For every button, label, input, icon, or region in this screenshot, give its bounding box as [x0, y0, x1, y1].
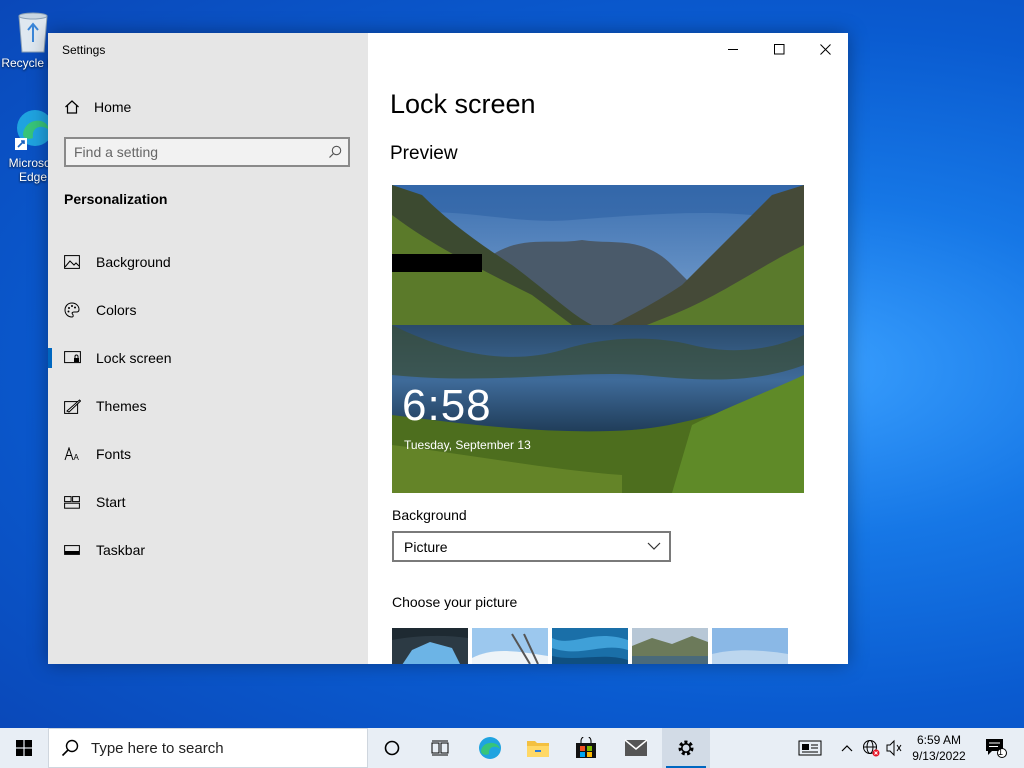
nav-item-themes[interactable]: Themes	[48, 382, 368, 430]
nav-item-taskbar[interactable]: Taskbar	[48, 526, 368, 574]
picture-thumbnails	[392, 628, 792, 664]
picture-icon	[64, 255, 80, 269]
themes-icon	[63, 398, 81, 414]
notification-count: 1	[998, 747, 1004, 757]
choose-picture-label: Choose your picture	[392, 594, 518, 610]
windows-logo-icon	[16, 740, 32, 756]
task-view-icon	[431, 740, 449, 756]
taskbar-settings[interactable]	[662, 728, 710, 768]
cortana-button[interactable]	[368, 728, 416, 768]
redacted-area	[392, 254, 482, 272]
show-hidden-icons-button[interactable]	[836, 728, 858, 768]
nav-home[interactable]: Home	[64, 95, 131, 119]
minimize-icon	[727, 48, 738, 50]
find-setting-input[interactable]	[66, 139, 332, 165]
preview-time: 6:58	[402, 381, 492, 430]
background-dropdown[interactable]: Picture	[392, 531, 671, 562]
preview-heading: Preview	[390, 143, 458, 164]
search-icon[interactable]	[328, 145, 342, 159]
taskbar-mail[interactable]	[612, 728, 660, 768]
close-icon	[819, 43, 831, 55]
folder-icon	[527, 741, 549, 757]
task-view-button[interactable]	[416, 728, 464, 768]
chevron-down-icon	[647, 542, 661, 550]
taskbar-search-box[interactable]	[48, 728, 368, 768]
nav-home-label: Home	[94, 99, 132, 115]
start-icon	[64, 495, 80, 509]
home-icon	[65, 100, 79, 114]
nav-item-label: Lock screen	[96, 350, 172, 366]
page-title: Lock screen	[390, 89, 536, 119]
fonts-icon: A	[64, 447, 80, 461]
network-button[interactable]	[860, 728, 882, 768]
nav-item-start[interactable]: Start	[48, 478, 368, 526]
start-button[interactable]	[0, 728, 48, 768]
notification-icon	[986, 739, 1007, 758]
news-and-interests-button[interactable]	[790, 728, 830, 768]
lock-screen-icon	[63, 351, 81, 364]
background-dropdown-value: Picture	[404, 538, 448, 555]
nav-item-label: Themes	[96, 398, 147, 414]
background-label: Background	[392, 507, 467, 523]
news-icon	[798, 740, 822, 756]
taskbar-store[interactable]	[562, 728, 610, 768]
clock-time: 6:59 AM	[916, 733, 961, 747]
taskbar-file-explorer[interactable]	[514, 728, 562, 768]
search-icon	[61, 739, 79, 757]
picture-thumbnail[interactable]	[392, 628, 468, 664]
taskbar-edge[interactable]	[466, 728, 514, 768]
find-setting-search	[64, 137, 350, 167]
clock[interactable]: 6:59 AM 9/13/2022	[906, 728, 972, 768]
clock-date: 9/13/2022	[912, 749, 966, 763]
picture-thumbnail[interactable]	[632, 628, 708, 664]
close-button[interactable]	[802, 33, 848, 65]
edge-icon	[479, 737, 501, 759]
taskbar-search-input[interactable]	[89, 738, 353, 758]
picture-thumbnail[interactable]	[712, 628, 788, 664]
sidebar: Settings Home Personalization Background…	[48, 33, 368, 664]
store-icon	[576, 737, 596, 758]
section-heading: Personalization	[64, 191, 168, 207]
maximize-button[interactable]	[756, 33, 802, 65]
svg-text:A: A	[74, 453, 80, 461]
nav-item-label: Background	[96, 254, 171, 270]
nav-item-label: Colors	[96, 302, 137, 318]
gear-icon	[678, 740, 694, 756]
action-center-button[interactable]: 1	[976, 728, 1016, 768]
volume-button[interactable]	[884, 728, 906, 768]
nav-list: Background Colors Lock screen Themes A F…	[48, 238, 368, 574]
mail-icon	[624, 739, 648, 756]
picture-thumbnail[interactable]	[472, 628, 548, 664]
volume-muted-icon	[886, 739, 902, 757]
recycle-bin-icon	[18, 12, 48, 53]
nav-item-lock-screen[interactable]: Lock screen	[48, 334, 368, 382]
maximize-icon	[773, 43, 784, 54]
nav-item-background[interactable]: Background	[48, 238, 368, 286]
preview-date: Tuesday, September 13	[404, 438, 531, 452]
cortana-icon	[384, 740, 400, 756]
nav-item-colors[interactable]: Colors	[48, 286, 368, 334]
lock-screen-preview: 6:58 Tuesday, September 13	[392, 185, 804, 493]
nav-item-fonts[interactable]: A Fonts	[48, 430, 368, 478]
nav-item-label: Fonts	[96, 446, 132, 462]
nav-item-label: Taskbar	[96, 542, 146, 558]
nav-item-label: Start	[96, 494, 126, 510]
picture-thumbnail[interactable]	[552, 628, 628, 664]
chevron-up-icon	[841, 745, 853, 752]
window-title: Settings	[62, 43, 106, 57]
minimize-button[interactable]	[710, 33, 756, 65]
network-globe-icon	[863, 740, 880, 757]
palette-icon	[64, 302, 80, 318]
taskbar: 6:59 AM 9/13/2022 1	[0, 728, 1024, 768]
taskbar-icon	[64, 545, 80, 555]
edge-icon	[15, 110, 53, 150]
settings-window: Settings Home Personalization Background…	[48, 33, 848, 664]
